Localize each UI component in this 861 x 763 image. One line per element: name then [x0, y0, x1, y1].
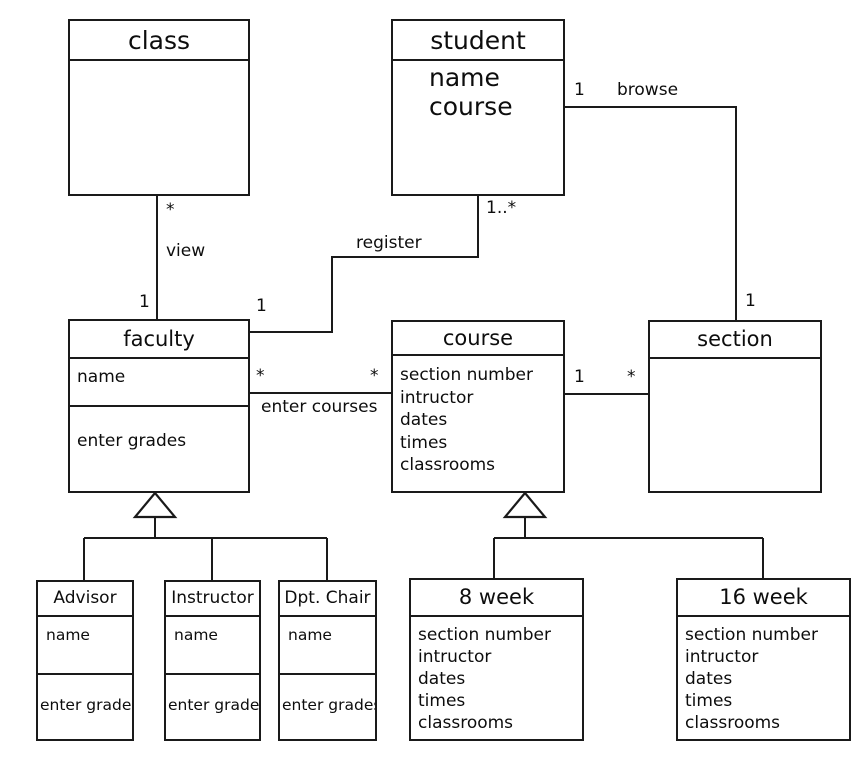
attribute-row: name: [174, 626, 218, 644]
class-name-dpt-chair: Dpt. Chair: [284, 588, 371, 608]
uml-class-diagram: class student name course faculty name e…: [0, 0, 861, 763]
attribute-row: times: [685, 691, 733, 712]
attribute-row: course: [429, 92, 513, 121]
multiplicity-course-from-faculty: *: [370, 366, 379, 386]
attribute-row: section number: [685, 625, 818, 645]
class-attributes-8-week: section number intructor dates times cla…: [411, 615, 582, 739]
multiplicity-course-to-section: 1: [574, 367, 585, 387]
attribute-row: section number: [400, 365, 533, 385]
attribute-row: dates: [685, 669, 733, 690]
attribute-row: classrooms: [685, 713, 781, 734]
class-operations-faculty: enter grades: [70, 405, 248, 491]
multiplicity-student-to-faculty: 1..*: [486, 198, 517, 218]
class-name-course: course: [442, 325, 514, 350]
class-attributes-class: [70, 59, 248, 194]
class-name-instructor: Instructor: [171, 588, 254, 608]
class-attributes-course: section number intructor dates times cla…: [393, 354, 563, 491]
class-box-section[interactable]: section: [648, 320, 822, 493]
operation-row: enter grades: [168, 696, 259, 714]
multiplicity-class-to-faculty: *: [166, 200, 175, 220]
multiplicity-faculty-to-course: *: [256, 366, 265, 386]
class-name-student: student: [430, 25, 526, 55]
class-name-advisor: Advisor: [53, 588, 117, 608]
edge-student-section: [565, 105, 738, 320]
class-attributes-section: [650, 357, 820, 491]
attribute-row: name: [46, 626, 90, 644]
attribute-row: classrooms: [418, 713, 514, 734]
class-box-8-week[interactable]: 8 week section number intructor dates ti…: [409, 578, 584, 741]
operation-row: enter grades: [282, 696, 375, 714]
attribute-row: section number: [418, 625, 551, 645]
class-attributes-faculty: name: [70, 357, 248, 405]
class-operations-instructor: enter grades: [166, 673, 259, 739]
class-box-dpt-chair[interactable]: Dpt. Chair name enter grades: [278, 580, 377, 741]
attribute-row: dates: [400, 410, 448, 431]
class-box-course[interactable]: course section number intructor dates ti…: [391, 320, 565, 493]
association-label-enter-courses: enter courses: [261, 397, 378, 417]
association-label-view: view: [166, 241, 206, 261]
attribute-row: dates: [418, 669, 466, 690]
generalization-triangle-course: [502, 491, 548, 519]
attribute-row: times: [418, 691, 466, 712]
attribute-row: intructor: [685, 647, 759, 668]
class-box-student[interactable]: student name course: [391, 19, 565, 196]
class-box-class[interactable]: class: [68, 19, 250, 196]
attribute-row: name: [288, 626, 332, 644]
class-attributes-16-week: section number intructor dates times cla…: [678, 615, 849, 739]
class-attributes-advisor: name: [38, 615, 132, 673]
operation-row: enter grades: [40, 696, 132, 714]
class-name-8-week: 8 week: [458, 585, 535, 609]
multiplicity-faculty-from-class: 1: [139, 292, 150, 312]
class-operations-dpt-chair: enter grades: [280, 673, 375, 739]
multiplicity-student-to-section: 1: [574, 80, 585, 100]
attribute-row: name: [77, 367, 126, 387]
class-box-faculty[interactable]: faculty name enter grades: [68, 319, 250, 493]
multiplicity-section-from-student: 1: [745, 291, 756, 311]
class-name-class: class: [127, 25, 191, 55]
operation-row: enter grades: [77, 431, 187, 451]
class-name-faculty: faculty: [123, 326, 195, 351]
attribute-row: intructor: [400, 387, 474, 408]
association-label-browse: browse: [617, 80, 679, 100]
attribute-row: times: [400, 432, 448, 453]
class-box-16-week[interactable]: 16 week section number intructor dates t…: [676, 578, 851, 741]
attribute-row: classrooms: [400, 455, 496, 476]
class-attributes-instructor: name: [166, 615, 259, 673]
association-label-register: register: [356, 233, 422, 253]
generalization-triangle-faculty: [132, 491, 178, 519]
attribute-row: intructor: [418, 647, 492, 668]
attribute-row: name: [429, 63, 500, 92]
multiplicity-faculty-from-student: 1: [256, 296, 267, 316]
class-name-section: section: [697, 327, 773, 351]
class-attributes-dpt-chair: name: [280, 615, 375, 673]
class-operations-advisor: enter grades: [38, 673, 132, 739]
edge-student-faculty: [250, 196, 480, 334]
multiplicity-section-from-course: *: [627, 367, 636, 387]
class-box-advisor[interactable]: Advisor name enter grades: [36, 580, 134, 741]
class-name-16-week: 16 week: [719, 585, 808, 609]
class-attributes-student: name course: [393, 59, 563, 194]
class-box-instructor[interactable]: Instructor name enter grades: [164, 580, 261, 741]
